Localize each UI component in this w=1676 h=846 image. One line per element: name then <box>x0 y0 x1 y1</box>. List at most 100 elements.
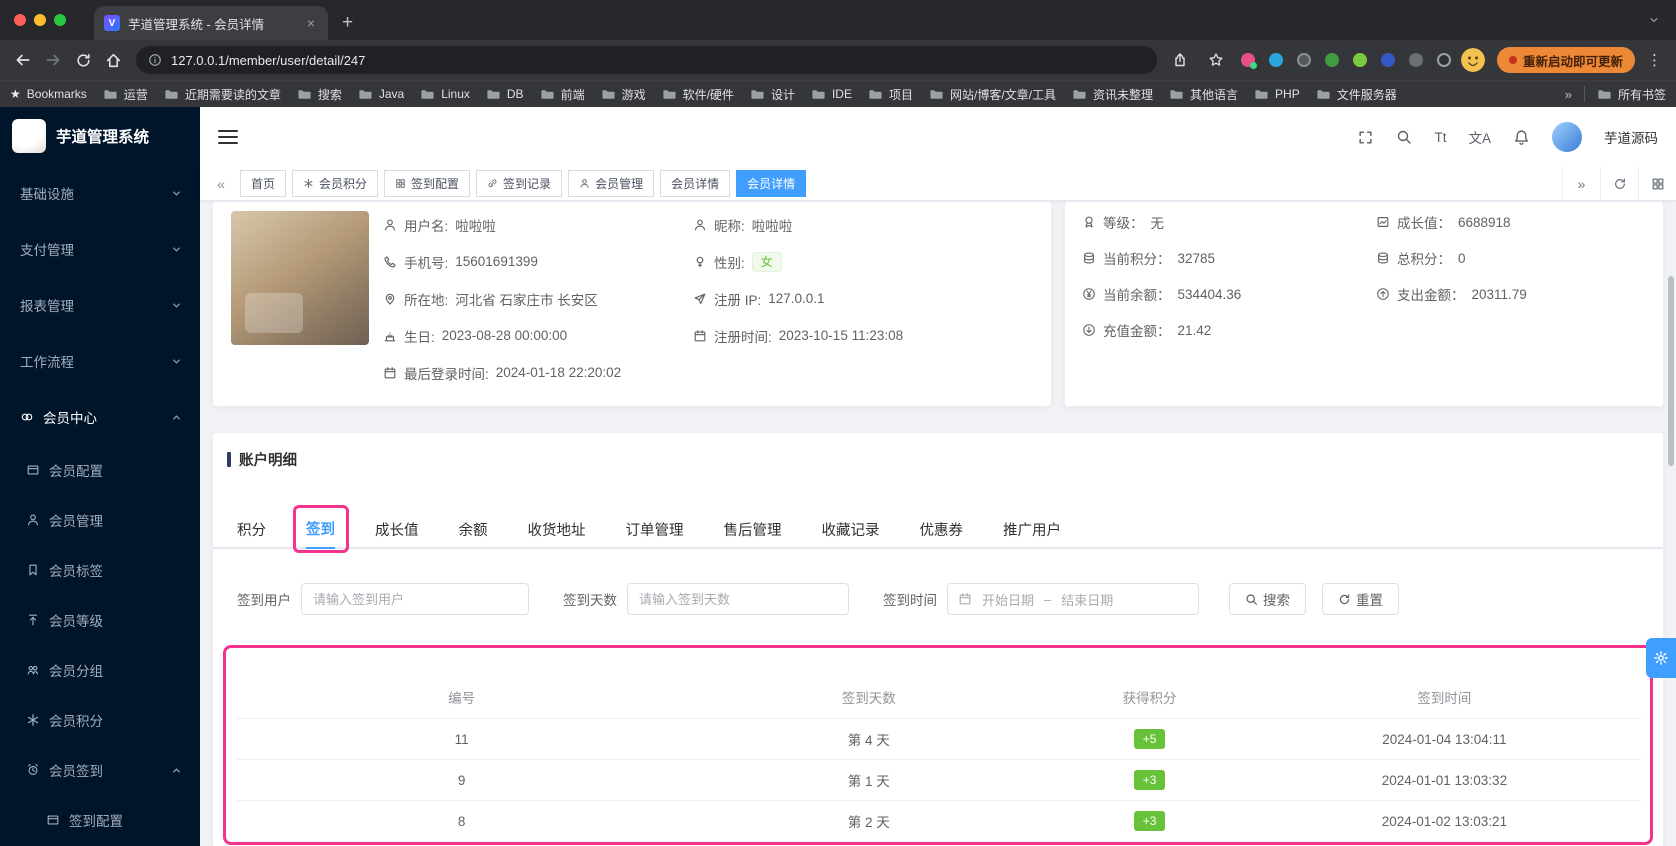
sidebar-item-member-signin[interactable]: 会员签到 <box>0 745 200 795</box>
tag-member-manage[interactable]: 会员管理 <box>568 170 655 197</box>
signin-days-input[interactable] <box>627 583 849 615</box>
refresh-tag-icon[interactable] <box>1600 167 1638 200</box>
sidebar-item-member-group[interactable]: 会员分组 <box>0 645 200 695</box>
tab-aftersale[interactable]: 售后管理 <box>724 509 782 549</box>
sidebar-item-member-config[interactable]: 会员配置 <box>0 445 200 495</box>
window-zoom-button[interactable] <box>54 14 66 26</box>
sidebar-item-report[interactable]: 报表管理 <box>0 277 200 333</box>
extension-icon[interactable] <box>1349 49 1371 71</box>
share-icon[interactable] <box>1165 45 1195 75</box>
tab-growth[interactable]: 成长值 <box>375 509 419 549</box>
tag-member-points[interactable]: 会员积分 <box>292 170 379 197</box>
sidebar-item-infrastructure[interactable]: 基础设施 <box>0 165 200 221</box>
tag-member-detail[interactable]: 会员详情 <box>660 170 731 197</box>
search-button[interactable]: 搜索 <box>1229 583 1306 615</box>
bookmarks-manager-item[interactable]: ★ Bookmarks <box>10 87 87 101</box>
bookmark-star-icon[interactable] <box>1201 45 1231 75</box>
new-tab-button[interactable]: + <box>342 13 353 32</box>
sidebar-item-workflow[interactable]: 工作流程 <box>0 333 200 389</box>
update-dot-icon <box>1508 56 1517 64</box>
bookmark-folder[interactable]: 近期需要读的文章 <box>164 86 281 103</box>
bookmark-folder[interactable]: Java <box>358 87 404 102</box>
notification-bell-icon[interactable] <box>1513 129 1530 146</box>
sidebar-item-member-center[interactable]: 会员中心 <box>0 389 200 445</box>
font-size-icon[interactable]: Tt <box>1434 130 1446 145</box>
browser-profile-avatar[interactable] <box>1460 48 1485 72</box>
tag-signin-config[interactable]: 签到配置 <box>384 170 471 197</box>
forward-button[interactable] <box>38 45 68 75</box>
app-logo-row[interactable]: 芋道管理系统 <box>0 107 200 165</box>
tab-promoted-users[interactable]: 推广用户 <box>1003 509 1061 549</box>
reload-button[interactable] <box>68 45 98 75</box>
bookmark-folder[interactable]: 网站/博客/文章/工具 <box>929 86 1056 103</box>
bookmark-folder[interactable]: 其他语言 <box>1169 86 1238 103</box>
signin-user-input[interactable] <box>301 583 529 615</box>
browser-menu-icon[interactable]: ⋮ <box>1641 51 1668 69</box>
sidebar-item-member-tag[interactable]: 会员标签 <box>0 545 200 595</box>
tab-close-icon[interactable]: × <box>302 14 320 32</box>
bookmarks-overflow-icon[interactable]: » <box>1565 87 1572 102</box>
tab-favorites[interactable]: 收藏记录 <box>822 509 880 549</box>
bookmark-folder[interactable]: IDE <box>811 87 852 102</box>
extension-icon[interactable] <box>1293 49 1315 71</box>
window-minimize-button[interactable] <box>34 14 46 26</box>
home-button[interactable] <box>98 45 128 75</box>
tab-orders[interactable]: 订单管理 <box>626 509 684 549</box>
sidebar-item-member-manage[interactable]: 会员管理 <box>0 495 200 545</box>
collapse-menu-icon[interactable] <box>218 130 238 144</box>
back-button[interactable] <box>8 45 38 75</box>
field-birthday: 生日: 2023-08-28 00:00:00 <box>383 317 621 354</box>
fullscreen-icon[interactable] <box>1357 129 1374 146</box>
sidebar-item-signin-config[interactable]: 签到配置 <box>0 795 200 845</box>
settings-gear-button[interactable] <box>1646 638 1676 678</box>
tab-balance[interactable]: 余额 <box>459 509 488 549</box>
extension-icon[interactable] <box>1377 49 1399 71</box>
tab-signin[interactable]: 签到 <box>306 509 335 549</box>
sidebar-item-payment[interactable]: 支付管理 <box>0 221 200 277</box>
bookmark-folder[interactable]: 文件服务器 <box>1316 86 1397 103</box>
current-user-name[interactable]: 芋道源码 <box>1604 127 1658 147</box>
tab-search-chevron-icon[interactable] <box>1648 14 1660 26</box>
window-close-button[interactable] <box>14 14 26 26</box>
tag-member-detail-active[interactable]: 会员详情 <box>736 170 807 197</box>
reset-button[interactable]: 重置 <box>1322 583 1399 615</box>
translate-icon[interactable]: 文A <box>1468 127 1491 147</box>
tag-home[interactable]: 首页 <box>240 170 287 197</box>
bookmark-folder[interactable]: 资讯未整理 <box>1072 86 1153 103</box>
browser-tab[interactable]: V 芋道管理系统 - 会员详情 × <box>94 6 328 40</box>
address-bar[interactable]: 127.0.0.1/member/user/detail/247 <box>136 46 1157 74</box>
bookmark-folder[interactable]: 运营 <box>103 86 148 103</box>
tags-scroll-left-icon[interactable]: « <box>208 171 234 197</box>
extension-icon[interactable] <box>1237 49 1259 71</box>
layout-grid-icon[interactable] <box>1638 167 1676 200</box>
bookmark-folder[interactable]: PHP <box>1254 87 1300 102</box>
user-avatar[interactable] <box>1552 122 1582 152</box>
extension-icon[interactable] <box>1433 49 1455 71</box>
app-frame: 芋道管理系统 基础设施 支付管理 报表管理 工作流程 会员中心 会员配置 会员管… <box>0 107 1676 846</box>
sidebar-item-member-level[interactable]: 会员等级 <box>0 595 200 645</box>
sidebar-item-member-points[interactable]: 会员积分 <box>0 695 200 745</box>
extension-icon[interactable] <box>1405 49 1427 71</box>
bookmark-folder[interactable]: 游戏 <box>601 86 646 103</box>
bookmark-folder[interactable]: 项目 <box>868 86 913 103</box>
all-bookmarks-item[interactable]: 所有书签 <box>1597 86 1666 103</box>
search-icon[interactable] <box>1396 129 1412 145</box>
tab-coupons[interactable]: 优惠券 <box>920 509 964 549</box>
tags-scroll-right-icon[interactable]: » <box>1562 167 1600 200</box>
tag-signin-record[interactable]: 签到记录 <box>476 170 563 197</box>
bookmark-folder[interactable]: 搜索 <box>297 86 342 103</box>
bookmark-folder[interactable]: DB <box>486 87 524 102</box>
bookmark-folder[interactable]: 软件/硬件 <box>662 86 734 103</box>
tab-points[interactable]: 积分 <box>237 509 266 549</box>
extension-icon[interactable] <box>1321 49 1343 71</box>
page-scrollbar[interactable] <box>1668 276 1674 466</box>
bookmark-folder[interactable]: 设计 <box>750 86 795 103</box>
site-info-icon[interactable] <box>148 53 162 67</box>
tab-address[interactable]: 收货地址 <box>528 509 586 549</box>
relaunch-update-button[interactable]: 重新启动即可更新 <box>1496 47 1635 73</box>
bookmark-folder[interactable]: 前端 <box>540 86 585 103</box>
users-group-icon <box>26 663 40 677</box>
bookmark-folder[interactable]: Linux <box>420 87 470 102</box>
extension-icon[interactable] <box>1265 49 1287 71</box>
signin-time-range-picker[interactable]: 开始日期 – 结束日期 <box>947 583 1199 615</box>
